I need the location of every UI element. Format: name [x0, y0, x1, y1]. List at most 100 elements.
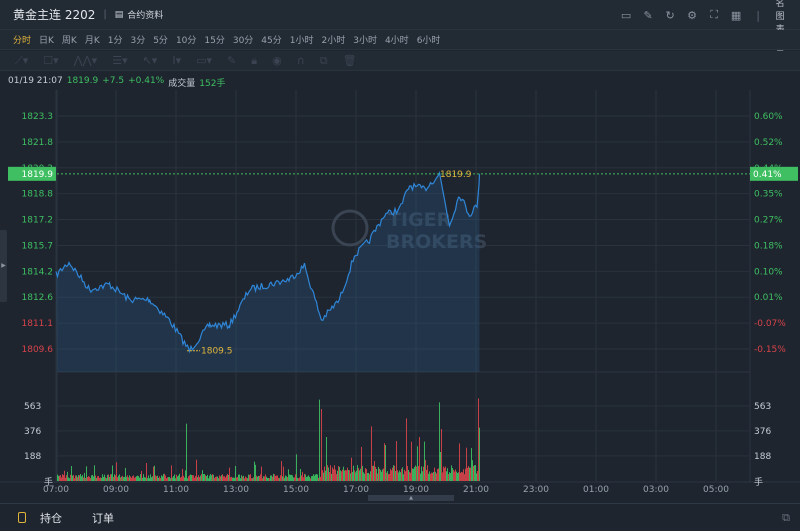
volume-bar — [441, 429, 442, 481]
volume-bar — [94, 465, 95, 481]
volume-bar — [255, 464, 256, 481]
volume-bar — [338, 466, 339, 481]
volume-bar — [428, 473, 429, 481]
volume-bar — [198, 475, 199, 481]
volume-bar — [164, 473, 165, 481]
volume-bar — [299, 477, 300, 481]
time-tick: 09:00 — [103, 485, 129, 495]
volume-bar — [384, 443, 385, 481]
volume-bar — [332, 467, 333, 481]
volume-bar — [172, 477, 173, 481]
volume-bar — [200, 475, 201, 481]
panel-resize-handle[interactable]: ▲ — [368, 495, 454, 501]
volume-bar — [217, 476, 218, 481]
volume-bar — [212, 474, 213, 481]
volume-bar — [304, 473, 305, 481]
volume-bar — [232, 477, 233, 481]
volume-bar — [246, 477, 247, 481]
volume-bar — [173, 476, 174, 481]
sidebar-toggle[interactable]: ▶ — [0, 230, 7, 302]
volume-bar — [194, 477, 195, 481]
volume-bar — [103, 476, 104, 481]
volume-bar — [306, 477, 307, 481]
volume-bar — [288, 469, 289, 481]
price-tick: 1814.2 — [22, 267, 54, 277]
volume-bar — [269, 478, 270, 481]
volume-bar — [105, 477, 106, 481]
volume-bar — [281, 461, 282, 481]
volume-bar — [359, 470, 360, 481]
volume-bar — [179, 473, 180, 481]
volume-bar — [243, 475, 244, 481]
volume-bar — [298, 478, 299, 481]
price-tick: 1818.8 — [22, 190, 54, 200]
volume-bar — [352, 471, 353, 481]
volume-bar — [301, 475, 302, 481]
volume-bar — [110, 474, 111, 481]
volume-bar — [343, 466, 344, 481]
volume-bar — [124, 476, 125, 481]
volume-bar — [353, 465, 354, 481]
volume-bar — [270, 475, 271, 481]
volume-bar — [156, 476, 157, 481]
volume-bar — [66, 475, 67, 481]
volume-bar — [406, 418, 407, 481]
volume-bar — [149, 478, 150, 481]
volume-tick: 563 — [24, 402, 41, 412]
intraday-chart[interactable]: 1823.30.60%1821.80.52%1820.30.44%1818.80… — [0, 0, 800, 500]
volume-bar — [400, 472, 401, 481]
volume-bar — [315, 474, 316, 481]
volume-bar — [258, 475, 259, 481]
volume-bar — [144, 477, 145, 481]
volume-bar — [474, 465, 475, 481]
volume-bar — [280, 475, 281, 481]
volume-bar — [344, 470, 345, 481]
volume-bar — [59, 475, 60, 481]
volume-bar — [341, 471, 342, 481]
volume-bar — [389, 473, 390, 481]
volume-bar — [97, 476, 98, 481]
volume-bar — [432, 472, 433, 481]
volume-bar — [290, 474, 291, 481]
tab-positions-label: 持仓 — [40, 511, 62, 525]
volume-bar — [402, 467, 403, 481]
volume-bar — [409, 471, 410, 481]
volume-bar — [376, 469, 377, 481]
price-tick: 1811.1 — [22, 319, 54, 329]
volume-bar — [234, 477, 235, 481]
volume-bar — [266, 476, 267, 481]
volume-bar — [174, 474, 175, 481]
volume-bar — [421, 466, 422, 481]
volume-bar — [374, 460, 375, 481]
volume-bar — [253, 477, 254, 481]
volume-bar — [314, 475, 315, 481]
volume-bar — [454, 471, 455, 481]
volume-bar — [146, 463, 147, 481]
volume-bar — [292, 475, 293, 481]
tab-positions[interactable]: 持仓 — [18, 510, 62, 526]
volume-bar — [131, 477, 132, 481]
volume-bar — [328, 467, 329, 481]
copy-icon[interactable]: ⧉ — [782, 511, 790, 525]
volume-bar — [403, 474, 404, 481]
volume-bar — [182, 468, 183, 481]
volume-bar — [73, 474, 74, 481]
volume-bar — [157, 475, 158, 481]
volume-bar — [195, 475, 196, 481]
volume-bar — [114, 474, 115, 481]
volume-bar — [363, 472, 364, 481]
volume-bar — [145, 477, 146, 481]
volume-bar — [387, 471, 388, 481]
tab-orders[interactable]: 订单 — [92, 510, 114, 526]
price-area — [56, 172, 480, 372]
volume-bar — [380, 469, 381, 481]
volume-bar — [295, 474, 296, 481]
volume-bar — [419, 437, 420, 481]
volume-bar — [116, 462, 117, 481]
volume-bar — [456, 471, 457, 481]
volume-bar — [236, 477, 237, 481]
volume-bar — [239, 474, 240, 481]
volume-bar — [458, 472, 459, 481]
volume-bar — [143, 474, 144, 481]
volume-bar — [365, 468, 366, 481]
